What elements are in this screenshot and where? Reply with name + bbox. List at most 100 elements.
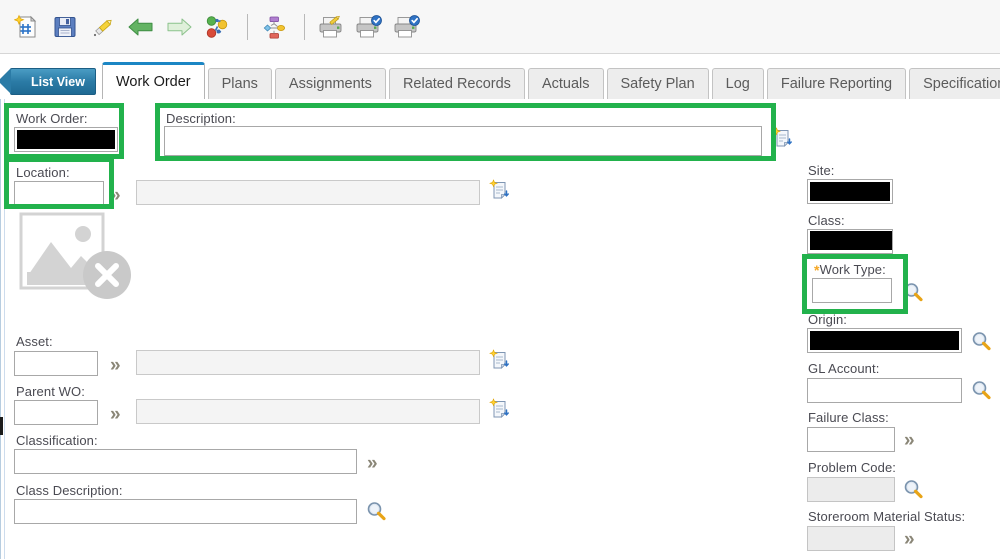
class-description-label: Class Description: [16,483,123,498]
tab-label: Related Records [402,76,511,92]
gl-account-lookup-button[interactable] [971,380,991,405]
class-description-lookup-button[interactable] [366,501,386,526]
location-long-description-button[interactable] [489,179,511,206]
work-type-label-text: Work Type: [819,262,886,277]
left-rail [0,99,5,559]
work-type-lookup-button[interactable] [903,282,923,307]
arrow-right-icon [167,18,192,35]
tab-label: Log [725,76,750,92]
tab-related-records[interactable]: Related Records [388,68,525,99]
site-redaction [810,182,890,201]
magnifier-icon [972,381,991,400]
clear-changes-button[interactable] [86,10,120,44]
tab-actuals[interactable]: Actuals [527,68,604,99]
asset-description-field [136,350,480,375]
long-description-icon [489,179,509,199]
save-button[interactable] [48,10,82,44]
parent-wo-label: Parent WO: [16,384,85,399]
site-label: Site: [808,163,835,178]
print-work-order-button[interactable] [352,10,386,44]
asset-label: Asset: [16,334,53,349]
toolbar-separator-1 [247,13,248,40]
storeroom-material-status-input [807,526,895,551]
failure-class-detail-menu-button[interactable]: » [904,431,914,450]
printer-check-alt-icon [394,14,420,37]
work-order-application: List View Work Order Plans Assignments R… [0,0,1000,559]
magnifier-icon [904,480,923,499]
classification-detail-menu-button[interactable]: » [367,454,377,473]
asset-detail-menu-button[interactable]: » [110,356,120,375]
list-view-label: List View [31,74,85,89]
toolbar-separator-2 [304,13,305,40]
parent-wo-description-field [136,399,480,424]
work-type-input[interactable] [812,278,892,303]
origin-lookup-button[interactable] [971,331,991,356]
failure-class-input[interactable] [807,427,895,452]
printer-edit-icon [319,15,342,37]
tab-log[interactable]: Log [711,68,764,99]
previous-record-button[interactable] [124,10,158,44]
tab-work-order[interactable]: Work Order [101,62,205,99]
location-description-field [136,180,480,205]
tab-label: Work Order [115,74,191,90]
asset-input[interactable] [14,351,98,376]
parent-wo-input[interactable] [14,400,98,425]
parent-wo-long-description-button[interactable] [489,398,511,425]
tab-safety-plan[interactable]: Safety Plan [606,68,709,99]
main-toolbar [0,0,1000,54]
printer-check-icon [356,14,382,37]
broken-image-placeholder [19,212,131,299]
classification-input[interactable] [14,449,357,474]
select-action-button[interactable] [200,10,234,44]
class-label: Class: [808,213,845,228]
long-description-icon [489,398,509,418]
description-label: Description: [166,111,236,126]
location-detail-menu-button[interactable]: » [110,186,120,205]
gl-account-input[interactable] [807,378,962,403]
tab-label: Actuals [541,76,590,92]
class-description-input[interactable] [14,499,357,524]
location-input[interactable] [14,181,104,206]
long-description-icon [489,349,509,369]
print-work-packet-button[interactable] [390,10,424,44]
route-workflow-button[interactable] [257,10,291,44]
tab-specifications[interactable]: Specifications [909,68,1000,99]
work-order-redaction [17,130,115,149]
tab-label: Safety Plan [620,76,695,92]
list-view-button[interactable]: List View [0,68,96,95]
tab-label: Assignments [288,76,372,92]
next-record-button[interactable] [162,10,196,44]
pencil-eraser-icon [93,19,112,36]
work-order-form: Work Order: Location: » Description: Ass… [0,99,1000,559]
asset-long-description-button[interactable] [489,349,511,376]
failure-class-label: Failure Class: [808,410,889,425]
storeroom-material-status-label: Storeroom Material Status: [808,509,966,524]
save-icon [54,16,76,37]
tab-label: Plans [221,76,258,92]
tab-failure-reporting[interactable]: Failure Reporting [766,68,907,99]
create-report-button[interactable] [314,10,348,44]
long-description-icon [772,127,792,147]
tab-assignments[interactable]: Assignments [274,68,386,99]
parent-wo-detail-menu-button[interactable]: » [110,405,120,424]
broken-image-icon [19,212,131,299]
work-order-label: Work Order: [16,111,88,126]
magnifier-icon [972,332,991,351]
work-type-label: *Work Type: [814,262,886,278]
class-redaction [810,231,892,250]
workflow-icon [263,16,285,38]
problem-code-label: Problem Code: [808,460,897,475]
origin-label: Origin: [808,312,847,327]
description-input[interactable] [164,126,762,156]
classification-label: Classification: [16,433,98,448]
problem-code-lookup-button[interactable] [903,479,923,504]
tab-plans[interactable]: Plans [207,68,272,99]
storeroom-material-status-detail-menu-button[interactable]: » [904,530,914,549]
location-label: Location: [16,165,70,180]
new-work-order-icon [14,14,37,37]
description-long-description-button[interactable] [772,127,794,154]
tab-label: Failure Reporting [780,76,893,92]
magnifier-icon [367,502,386,521]
tab-bar: List View Work Order Plans Assignments R… [0,54,1000,99]
new-work-order-button[interactable] [10,10,44,44]
